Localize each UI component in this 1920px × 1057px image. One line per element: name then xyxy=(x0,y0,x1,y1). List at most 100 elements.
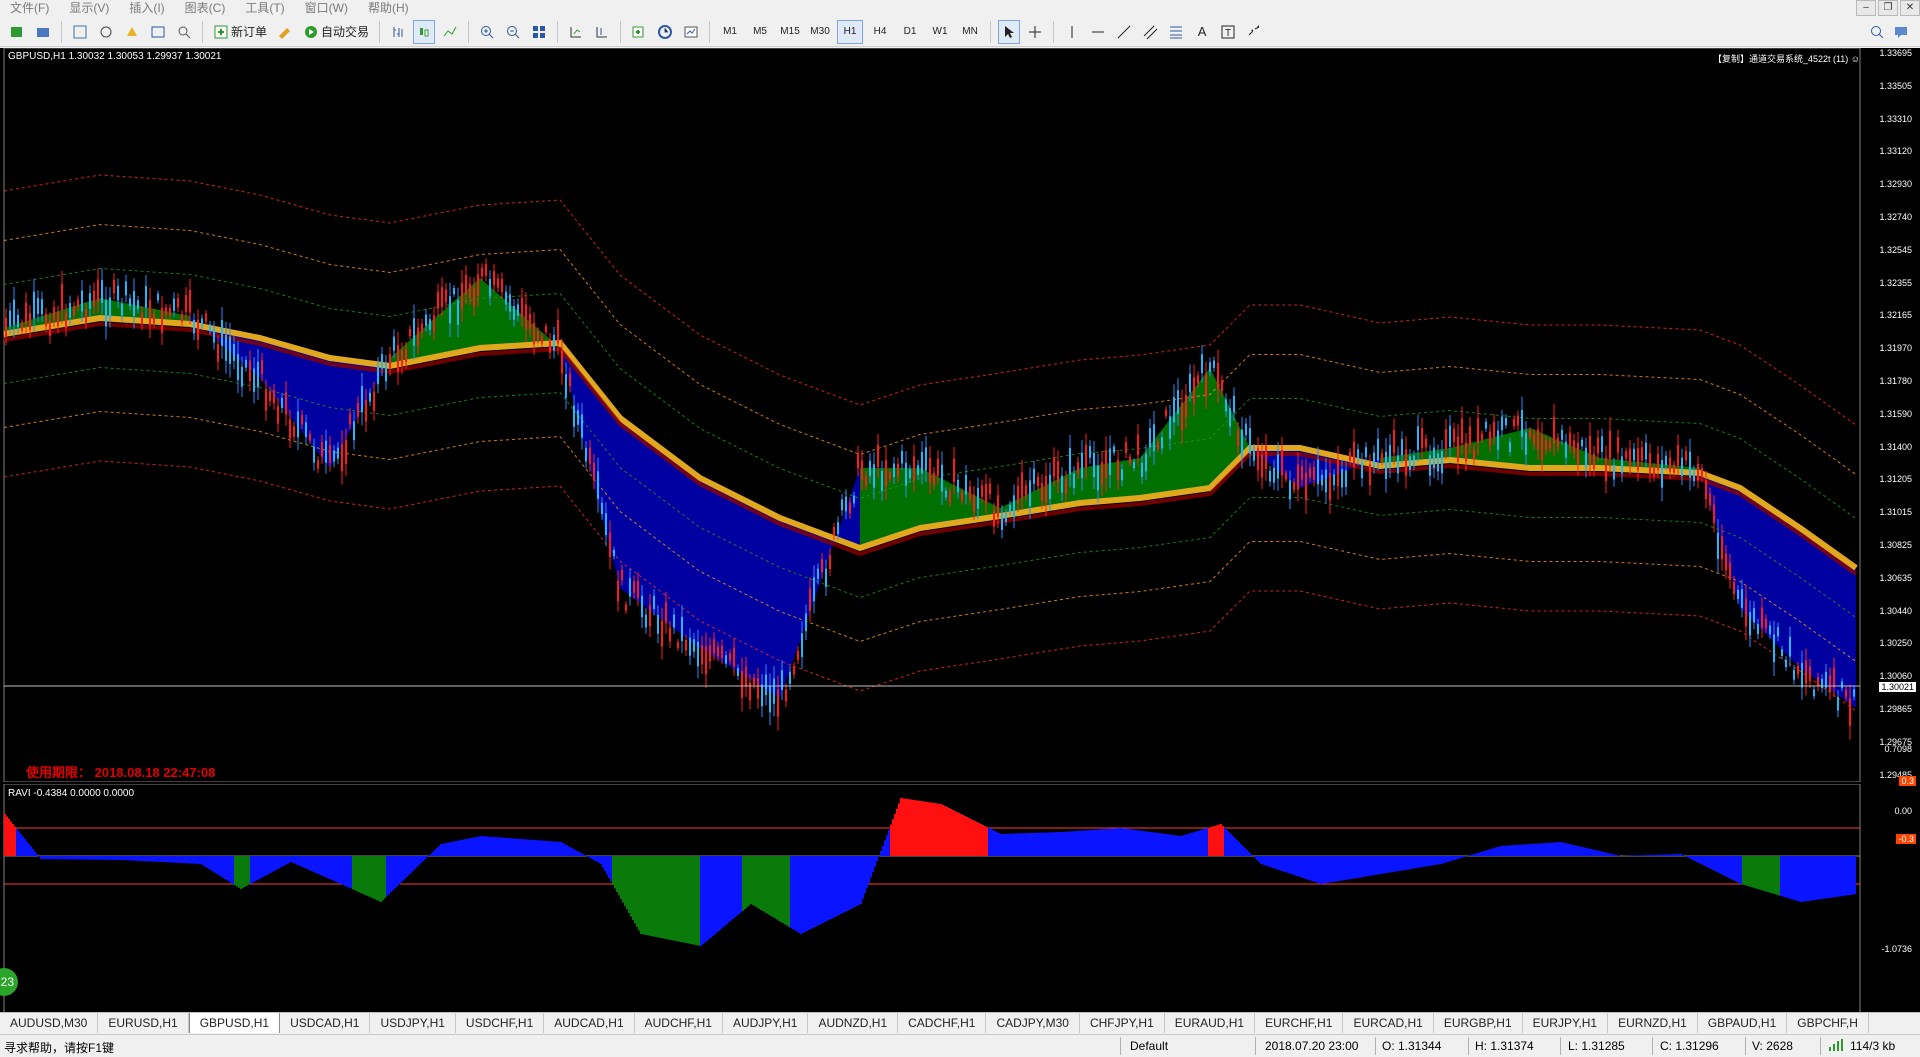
ravi-histogram-bar xyxy=(1826,856,1828,898)
menu-tools[interactable]: 工具(T) xyxy=(235,0,294,16)
zoom-in-icon[interactable] xyxy=(476,20,498,44)
vertical-line-icon[interactable] xyxy=(1061,20,1083,44)
ravi-histogram-bar xyxy=(80,856,82,860)
market-watch-icon[interactable] xyxy=(69,20,91,44)
timeframe-d1[interactable]: D1 xyxy=(897,20,923,44)
symbol-tab[interactable]: EURGBP,H1 xyxy=(1434,1013,1523,1033)
candle-body xyxy=(733,648,735,667)
candle-body xyxy=(197,320,199,340)
symbol-tab[interactable]: EURUSD,H1 xyxy=(98,1013,188,1033)
tile-windows-icon[interactable] xyxy=(528,20,550,44)
menu-window[interactable]: 窗口(W) xyxy=(295,0,358,16)
new-chart-icon[interactable] xyxy=(6,20,28,44)
symbol-tab[interactable]: USDJPY,H1 xyxy=(370,1013,455,1033)
candle-body xyxy=(1025,485,1027,495)
symbol-tab[interactable]: CADJPY,M30 xyxy=(986,1013,1079,1033)
ravi-histogram-bar xyxy=(522,839,524,856)
menu-file[interactable]: 文件(F) xyxy=(0,0,59,16)
chart-shift-icon[interactable] xyxy=(565,20,587,44)
price-chart[interactable] xyxy=(0,48,1920,782)
symbol-tab[interactable]: EURAUD,H1 xyxy=(1165,1013,1255,1033)
minimize-icon[interactable]: – xyxy=(1856,0,1876,16)
symbol-tab[interactable]: USDCHF,H1 xyxy=(456,1013,544,1033)
text-icon[interactable]: A xyxy=(1191,20,1213,44)
candle-body xyxy=(737,668,739,676)
candlestick-chart-icon[interactable] xyxy=(413,20,435,44)
ravi-histogram-bar xyxy=(1290,856,1292,874)
indicators-icon[interactable] xyxy=(628,20,650,44)
ravi-histogram-bar xyxy=(104,856,106,860)
search-icon[interactable] xyxy=(1866,20,1888,44)
symbol-tab[interactable]: AUDCHF,H1 xyxy=(635,1013,723,1033)
menu-help[interactable]: 帮助(H) xyxy=(358,0,419,16)
symbol-tab[interactable]: AUDUSD,M30 xyxy=(0,1013,98,1033)
restore-icon[interactable]: ❐ xyxy=(1878,0,1898,16)
data-window-icon[interactable] xyxy=(95,20,117,44)
timeframe-h4[interactable]: H4 xyxy=(867,20,893,44)
auto-trading-button[interactable]: 自动交易 xyxy=(300,20,372,44)
periods-icon[interactable] xyxy=(654,20,676,44)
new-order-button[interactable]: 新订单 xyxy=(210,20,270,44)
ravi-histogram-bar xyxy=(584,855,586,856)
menu-view[interactable]: 显示(V) xyxy=(59,0,119,16)
line-chart-icon[interactable] xyxy=(439,20,461,44)
ravi-histogram-bar xyxy=(790,856,792,928)
cursor-icon[interactable] xyxy=(998,20,1020,44)
candle-body xyxy=(1533,434,1535,444)
trendline-icon[interactable] xyxy=(1113,20,1135,44)
terminal-icon[interactable] xyxy=(147,20,169,44)
ravi-histogram-bar xyxy=(1328,856,1330,883)
candle-body xyxy=(469,284,471,298)
symbol-tab[interactable]: EURJPY,H1 xyxy=(1523,1013,1608,1033)
ravi-histogram-bar xyxy=(288,856,290,863)
candle-body xyxy=(1209,362,1211,371)
arrows-icon[interactable] xyxy=(1243,20,1265,44)
timeframe-m1[interactable]: M1 xyxy=(717,20,743,44)
ravi-histogram-bar xyxy=(932,803,934,856)
timeframe-m15[interactable]: M15 xyxy=(777,20,803,44)
horizontal-line-icon[interactable] xyxy=(1087,20,1109,44)
menu-charts[interactable]: 图表(C) xyxy=(175,0,236,16)
symbol-tab[interactable]: EURCAD,H1 xyxy=(1343,1013,1433,1033)
zoom-out-icon[interactable] xyxy=(502,20,524,44)
symbol-tab[interactable]: CADCHF,H1 xyxy=(898,1013,986,1033)
auto-scroll-icon[interactable] xyxy=(591,20,613,44)
timeframe-w1[interactable]: W1 xyxy=(927,20,953,44)
chart-window[interactable]: GBPUSD,H1 1.30032 1.30053 1.29937 1.3002… xyxy=(0,48,1920,1028)
menu-insert[interactable]: 插入(I) xyxy=(119,0,174,16)
meta-editor-icon[interactable] xyxy=(274,20,296,44)
timeframe-m30[interactable]: M30 xyxy=(807,20,833,44)
channel-icon[interactable] xyxy=(1139,20,1161,44)
symbol-tab[interactable]: GBPCHF,H xyxy=(1787,1013,1869,1033)
fibonacci-icon[interactable] xyxy=(1165,20,1187,44)
crosshair-icon[interactable] xyxy=(1024,20,1046,44)
symbol-tab[interactable]: CHFJPY,H1 xyxy=(1080,1013,1165,1033)
tester-icon[interactable] xyxy=(173,20,195,44)
symbol-tab[interactable]: AUDNZD,H1 xyxy=(808,1013,898,1033)
ravi-histogram-bar xyxy=(1126,829,1128,856)
symbol-tab[interactable]: GBPAUD,H1 xyxy=(1698,1013,1787,1033)
templates-icon[interactable] xyxy=(680,20,702,44)
text-label-icon[interactable]: T xyxy=(1217,20,1239,44)
symbol-tab[interactable]: GBPUSD,H1 xyxy=(189,1013,280,1033)
chat-icon[interactable] xyxy=(1890,20,1912,44)
navigator-icon[interactable] xyxy=(121,20,143,44)
symbol-tab[interactable]: EURNZD,H1 xyxy=(1608,1013,1698,1033)
close-icon[interactable]: ✕ xyxy=(1900,0,1920,16)
ravi-indicator-panel[interactable] xyxy=(0,784,1920,1028)
ravi-histogram-bar xyxy=(1198,831,1200,856)
candle-body xyxy=(301,415,303,425)
ravi-histogram-bar xyxy=(548,841,550,856)
symbol-tab[interactable]: AUDJPY,H1 xyxy=(723,1013,808,1033)
candle-body xyxy=(1369,464,1371,485)
symbol-tab[interactable]: EURCHF,H1 xyxy=(1255,1013,1343,1033)
ravi-histogram-bar xyxy=(960,814,962,856)
profiles-icon[interactable] xyxy=(32,20,54,44)
timeframe-mn[interactable]: MN xyxy=(957,20,983,44)
symbol-tab[interactable]: AUDCAD,H1 xyxy=(544,1013,634,1033)
ravi-histogram-bar xyxy=(354,856,356,890)
bar-chart-icon[interactable] xyxy=(387,20,409,44)
symbol-tab[interactable]: USDCAD,H1 xyxy=(280,1013,370,1033)
timeframe-h1[interactable]: H1 xyxy=(837,20,863,44)
timeframe-m5[interactable]: M5 xyxy=(747,20,773,44)
